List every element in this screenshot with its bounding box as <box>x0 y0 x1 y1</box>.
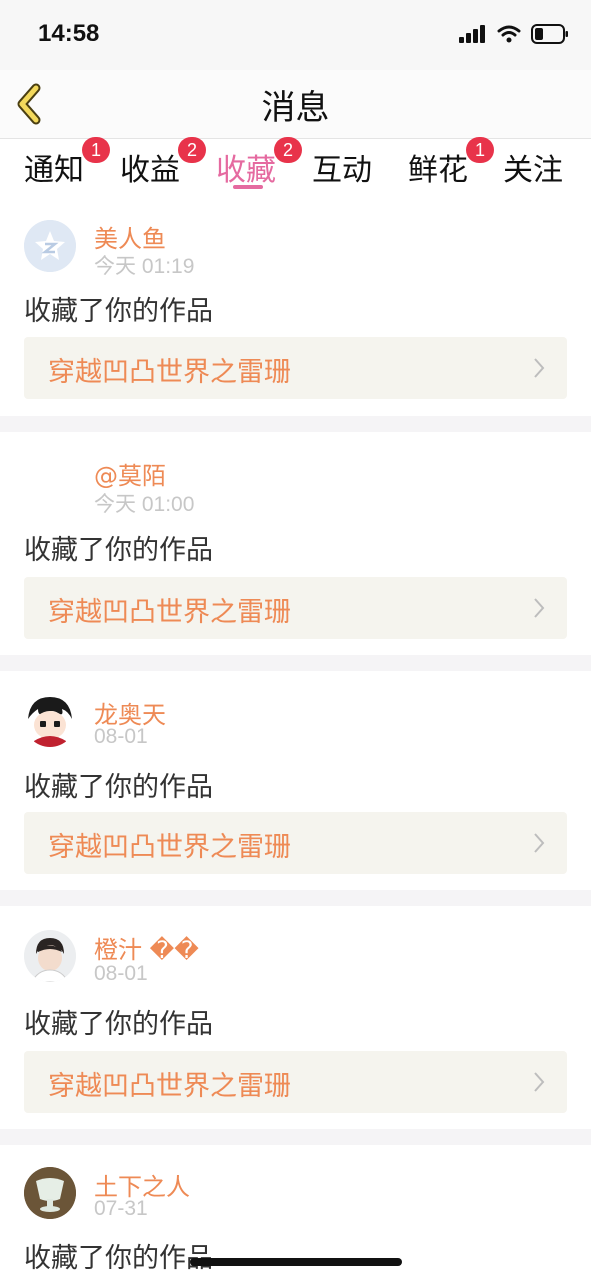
divider <box>0 416 591 432</box>
tab-badge: 1 <box>82 137 110 163</box>
work-link[interactable]: 穿越凹凸世界之雷珊 <box>24 1051 567 1113</box>
divider <box>0 1129 591 1145</box>
username-emoji: �� <box>149 936 199 964</box>
avatar[interactable] <box>24 456 76 508</box>
divider <box>0 890 591 906</box>
chevron-right-icon <box>534 1072 545 1092</box>
photo-avatar-icon <box>24 930 76 982</box>
tab-flowers[interactable]: 鲜花 1 <box>408 137 494 189</box>
status-time: 14:58 <box>38 20 100 47</box>
nav-bar: 消息 <box>0 70 591 139</box>
tab-notifications[interactable]: 通知 1 <box>24 137 110 189</box>
chevron-right-icon <box>534 833 545 853</box>
tab-bar: 通知 1 收益 2 收藏 2 互动 鲜花 1 关注 <box>0 137 591 197</box>
work-link[interactable]: 穿越凹凸世界之雷珊 <box>24 577 567 639</box>
cartoon-boy-avatar-icon <box>24 695 76 747</box>
tab-following[interactable]: 关注 <box>503 145 563 189</box>
tab-label: 收藏 <box>216 153 276 188</box>
timestamp: 今天 01:19 <box>94 255 195 278</box>
tab-label: 通知 <box>24 153 84 188</box>
status-icons <box>459 24 569 44</box>
timestamp: 07-31 <box>94 1197 148 1220</box>
username[interactable]: 美人鱼 <box>94 219 166 254</box>
active-tab-indicator <box>233 185 263 189</box>
signal-icon <box>459 25 485 43</box>
action-text: 收藏了你的作品 <box>24 535 213 566</box>
battery-icon <box>531 24 568 44</box>
action-text: 收藏了你的作品 <box>24 1243 213 1274</box>
divider <box>0 655 591 671</box>
tab-interactions[interactable]: 互动 <box>312 145 372 189</box>
status-bar: 14:58 <box>0 0 591 70</box>
timestamp: 今天 01:00 <box>94 493 195 516</box>
chevron-right-icon <box>534 358 545 378</box>
username[interactable]: 橙汁 �� <box>94 930 199 965</box>
action-text: 收藏了你的作品 <box>24 296 213 327</box>
list-item: 美人鱼 今天 01:19 收藏了你的作品 穿越凹凸世界之雷珊 <box>0 197 591 416</box>
work-title: 穿越凹凸世界之雷珊 <box>48 832 291 863</box>
work-title: 穿越凹凸世界之雷珊 <box>48 357 291 388</box>
tab-label: 收益 <box>120 153 180 188</box>
chevron-right-icon <box>534 598 545 618</box>
tab-label: 互动 <box>312 153 372 188</box>
cup-avatar-icon <box>24 1167 76 1219</box>
avatar[interactable] <box>24 930 76 982</box>
work-title: 穿越凹凸世界之雷珊 <box>48 597 291 628</box>
tab-badge: 2 <box>178 137 206 163</box>
action-text: 收藏了你的作品 <box>24 1009 213 1040</box>
work-link[interactable]: 穿越凹凸世界之雷珊 <box>24 812 567 874</box>
tab-earnings[interactable]: 收益 2 <box>120 137 206 189</box>
list-item: 橙汁 �� 08-01 收藏了你的作品 穿越凹凸世界之雷珊 <box>0 906 591 1129</box>
avatar[interactable] <box>24 695 76 747</box>
avatar[interactable] <box>24 1167 76 1219</box>
list-item: 龙奥天 08-01 收藏了你的作品 穿越凹凸世界之雷珊 <box>0 671 591 890</box>
home-indicator[interactable] <box>190 1258 402 1266</box>
username[interactable]: @莫陌 <box>94 456 166 491</box>
work-link[interactable]: 穿越凹凸世界之雷珊 <box>24 337 567 399</box>
page-title: 消息 <box>261 88 330 128</box>
timestamp: 08-01 <box>94 725 148 748</box>
username-text: 橙汁 <box>94 936 142 964</box>
tab-label: 鲜花 <box>408 153 468 188</box>
tab-badge: 1 <box>466 137 494 163</box>
work-title: 穿越凹凸世界之雷珊 <box>48 1071 291 1102</box>
action-text: 收藏了你的作品 <box>24 772 213 803</box>
default-logo-avatar-icon <box>24 220 76 272</box>
tab-label: 关注 <box>503 153 563 188</box>
wifi-icon <box>497 25 521 43</box>
avatar[interactable] <box>24 220 76 272</box>
tab-favorites[interactable]: 收藏 2 <box>216 137 302 189</box>
list-item: @莫陌 今天 01:00 收藏了你的作品 穿越凹凸世界之雷珊 <box>0 432 591 655</box>
message-feed: 美人鱼 今天 01:19 收藏了你的作品 穿越凹凸世界之雷珊 @莫陌 今天 01… <box>0 197 591 1279</box>
tab-badge: 2 <box>274 137 302 163</box>
timestamp: 08-01 <box>94 962 148 985</box>
